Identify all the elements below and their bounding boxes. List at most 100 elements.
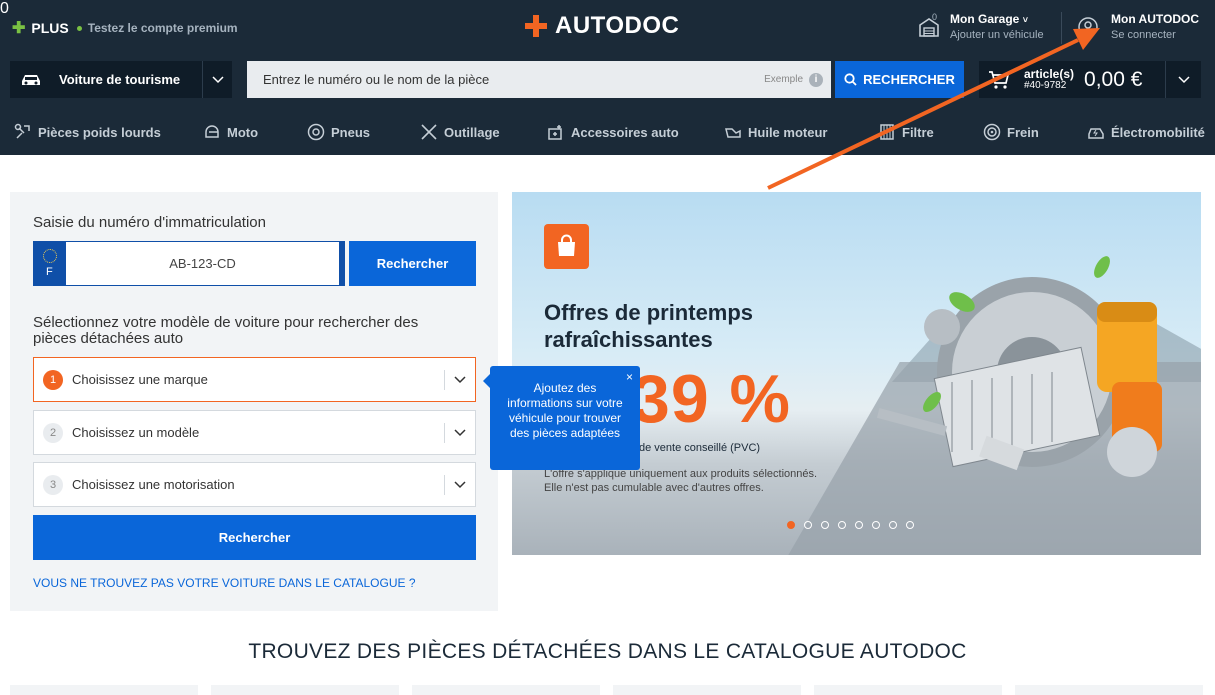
helmet-icon [205,125,219,138]
login-link[interactable]: Se connecter [1111,29,1199,41]
vehicle-type-label: Voiture de tourisme [59,72,181,87]
catalog-tile[interactable] [211,685,399,695]
garage-title: Mon Garage ˅ [950,12,1028,26]
site-header: ✚ PLUS Testez le compte premium AUTODOC … [0,0,1215,155]
nav-item-trucks[interactable]: Pièces poids lourds [14,116,161,148]
plate-title: Saisie du numéro d'immatriculation [33,214,266,231]
catalog-title: TROUVEZ DES PIÈCES DÉTACHÉES DANS LE CAT… [248,640,967,663]
catalog-tile[interactable] [412,685,600,695]
garage-icon: 0 [918,12,940,38]
logo-text: AUTODOC [555,12,680,39]
account-title: Mon AUTODOC [1111,12,1199,26]
part-search-input[interactable]: Entrez le numéro ou le nom de la pièce E… [247,61,831,98]
car-icon [22,74,40,85]
nav-item-tools[interactable]: Outillage [420,116,500,148]
model-select[interactable]: 2 Choisissez un modèle [33,410,476,455]
carousel-dot[interactable] [855,521,863,529]
search-icon [844,73,857,86]
banner-pvc: de vente conseillé (PVC) [639,442,761,454]
accessories-icon [548,125,562,140]
plus-label: PLUS [31,20,69,36]
cart[interactable]: article(s) #40-9782 0,00 € [979,61,1201,98]
category-nav: Pièces poids lourds Moto Pneus Outillage… [0,116,1215,148]
nav-item-accessories[interactable]: Accessoires auto [547,116,679,148]
dot-icon [76,25,82,31]
step-number: 3 [43,474,63,495]
chevron-down-icon [445,480,475,489]
tools-icon [14,123,30,139]
nav-item-engine-oil[interactable]: Huile moteur [724,116,827,148]
eu-flag-icon: F [34,242,66,285]
brand-select-label: Choisissez une marque [72,372,208,387]
premium-link[interactable]: Testez le compte premium [88,21,238,35]
search-button[interactable]: RECHERCHER [835,61,964,98]
close-icon[interactable]: × [626,370,633,385]
car-parts-illustration [876,256,1162,477]
nav-item-filter[interactable]: Filtre [878,116,934,148]
carousel-dot[interactable] [906,521,914,529]
tyre-icon [307,123,325,141]
search-button-label: RECHERCHER [863,72,955,87]
catalog-tiles [10,685,1215,695]
wrench-icon [421,124,437,140]
chevron-down-icon [445,375,475,384]
plate-country: F [46,266,53,278]
search-placeholder: Entrez le numéro ou le nom de la pièce [263,72,490,87]
license-plate-input[interactable]: F AB-123-CD [33,241,345,286]
cart-count: 0 [0,0,9,17]
carousel-dots [787,521,914,529]
brand-select[interactable]: 1 Choisissez une marque [33,357,476,402]
banner-discount: 39 % [632,361,791,437]
plus-icon: ✚ [12,20,26,37]
garage-count: 0 [932,12,938,22]
tooltip-text: Ajoutez des informations sur votre véhic… [507,381,623,440]
catalog-tile[interactable] [814,685,1002,695]
carousel-dot[interactable] [804,521,812,529]
catalog-tile[interactable] [1015,685,1203,695]
catalog-tile[interactable] [613,685,801,695]
plate-strip [339,241,345,286]
chevron-down-icon [445,428,475,437]
carousel-dot[interactable] [889,521,897,529]
step-number: 1 [43,369,63,390]
step-number: 2 [43,422,63,443]
autodoc-logo[interactable]: AUTODOC [525,12,679,40]
cart-icon [989,70,1010,89]
car-not-found-link[interactable]: VOUS NE TROUVEZ PAS VOTRE VOITURE DANS L… [33,576,416,590]
chevron-down-icon [202,61,232,98]
vehicle-search-button[interactable]: Rechercher [33,515,476,560]
engine-select-label: Choisissez une motorisation [72,477,235,492]
nav-item-moto[interactable]: Moto [203,116,258,148]
plus-promo[interactable]: ✚ PLUS Testez le compte premium [12,18,238,38]
vehicle-info-tooltip: × Ajoutez des informations sur votre véh… [483,366,640,470]
chevron-down-icon[interactable] [1165,61,1201,98]
info-icon[interactable]: i [809,72,823,87]
filter-icon [880,124,894,140]
carousel-dot[interactable] [838,521,846,529]
catalog-tile[interactable] [10,685,198,695]
banner-note: L'offre s'applique uniquement aux produi… [544,468,818,494]
cart-ref: #40-9782 [1024,79,1067,91]
banner-title: Offres de printemps rafraîchissantes [544,300,754,352]
vehicle-finder: Saisie du numéro d'immatriculation F AB-… [10,192,498,611]
header-divider [1061,12,1062,44]
engine-select[interactable]: 3 Choisissez une motorisation [33,462,476,507]
model-title: Sélectionnez votre modèle de voiture pou… [33,314,419,347]
carousel-dot[interactable] [821,521,829,529]
nav-item-tyres[interactable]: Pneus [307,116,370,148]
model-select-label: Choisissez un modèle [72,425,200,440]
vehicle-type-select[interactable]: Voiture de tourisme [10,61,232,98]
logo-cross-icon [525,15,547,37]
brake-disc-icon [983,123,1001,141]
carousel-dot[interactable] [872,521,880,529]
shopping-bag-icon [544,224,589,269]
nav-item-brakes[interactable]: Frein [983,116,1039,148]
example-label[interactable]: Exemple [764,74,803,85]
my-account[interactable]: Mon AUTODOC Se connecter [1077,12,1199,41]
carousel-dot[interactable] [787,521,795,529]
my-garage[interactable]: 0 Mon Garage ˅ Ajouter un véhicule [918,12,1044,41]
cart-articles: article(s) [1024,66,1075,81]
plate-search-button[interactable]: Rechercher [349,241,476,286]
plate-value: AB-123-CD [169,256,236,271]
nav-item-emobility[interactable]: Électromobilité [1087,116,1205,148]
